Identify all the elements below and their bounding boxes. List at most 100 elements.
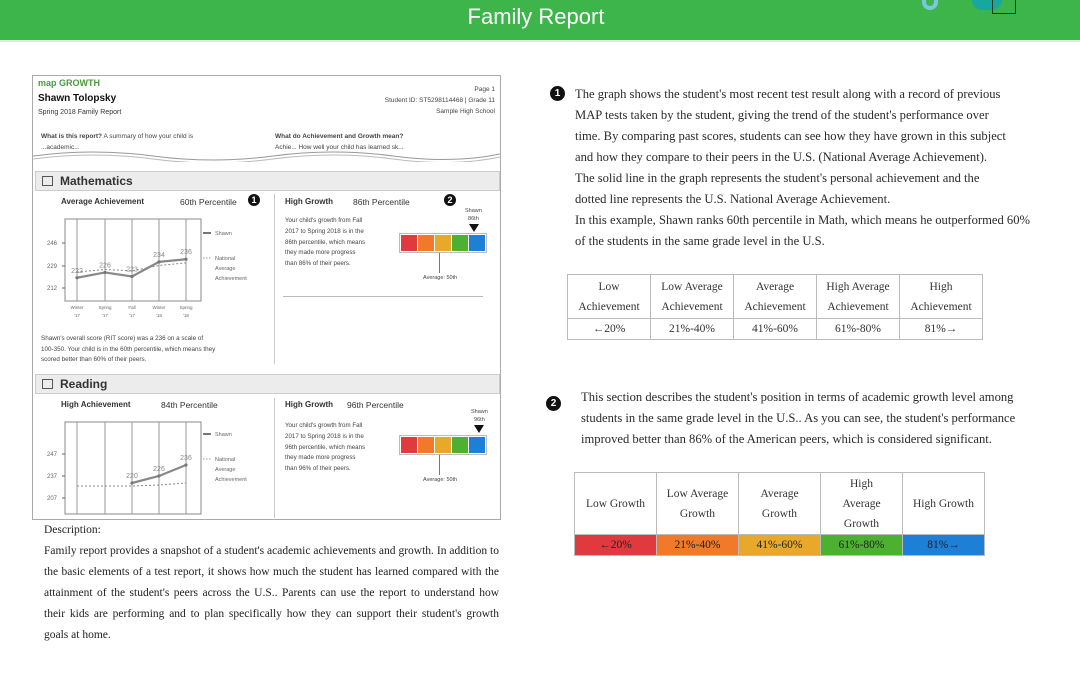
growth-segment — [435, 437, 451, 453]
header-line: Growth — [679, 507, 716, 520]
header-line: Average — [760, 487, 799, 500]
table-cell: 81%→ — [902, 534, 985, 556]
report-term: Spring 2018 Family Report — [38, 109, 122, 116]
marker-pct: 86th — [468, 216, 479, 222]
score-text: Shawn's overall score (RIT score) was a … — [41, 335, 204, 342]
table-header: Low Achievement — [567, 274, 651, 319]
table-cell: 21%-40% — [656, 534, 739, 556]
explanation-line: MAP tests taken by the student, giving t… — [575, 108, 989, 122]
map-growth-logo: map GROWTH — [38, 78, 100, 88]
header-line: High Average — [826, 280, 890, 293]
student-id: Student ID: ST5298114468 | Grade 11 — [384, 97, 495, 104]
x-tick-label: Spring — [98, 305, 112, 310]
growth-text-line: 96th percentile, which means — [285, 443, 366, 451]
description: Description: Family report provides a sn… — [44, 520, 499, 646]
table-header: Low Growth — [574, 472, 657, 535]
marker-2-icon: 2 — [546, 396, 561, 411]
marker-label: Shawn — [465, 208, 482, 214]
data-point — [75, 276, 79, 280]
explanation-line: and how they compare to their peers in t… — [575, 150, 988, 164]
calculator-icon — [42, 176, 53, 186]
description-text: Family report provides a snapshot of a s… — [44, 545, 499, 641]
reading-growth: High Growth — [285, 400, 333, 409]
header-line: Low Average — [666, 487, 729, 500]
table-cell: ←20% — [574, 534, 657, 556]
header-bar: Family Report — [0, 0, 1080, 42]
growth-text-line: than 86% of their peers. — [285, 260, 351, 268]
growth-text-line: than 96% of their peers. — [285, 465, 351, 473]
table-cell: 41%-60% — [738, 534, 821, 556]
average-line — [439, 253, 440, 273]
y-tick-label: 247 — [47, 452, 58, 458]
reading-chart: 247 237 207 220 226 236 Shawn National Average Ac… — [47, 421, 247, 515]
school-name: Sample High School — [436, 108, 495, 115]
growth-table: Low Growth Low Average Growth Average Growth… — [574, 472, 985, 556]
x-tick-label: '17 — [129, 313, 135, 318]
reading-ach-pct: 84th Percentile — [161, 400, 218, 410]
marker-block: Shawn 86th — [465, 207, 482, 223]
data-point — [157, 260, 161, 264]
book-icon — [42, 379, 53, 389]
math-growth-bar — [399, 233, 487, 253]
data-point — [157, 474, 161, 478]
growth-segment — [418, 235, 434, 251]
report-image: map GROWTH Shawn Tolopsky Spring 2018 Fa… — [32, 75, 501, 520]
data-point — [103, 270, 107, 275]
math-growth-pct: 86th Percentile — [353, 197, 410, 207]
header-line: Achievement — [744, 300, 806, 313]
growth-text-line: Your child's growth from Fall — [285, 422, 363, 429]
explanation-2: This section describes the student's pos… — [581, 387, 1075, 450]
achievement-table: Low Achievement Low Average Achievement Aver… — [567, 274, 983, 340]
x-tick-label: '17 — [74, 313, 80, 318]
score-text: 100-350. Your child is in the 60th perce… — [41, 345, 216, 353]
table-header: High Achievement — [899, 274, 983, 319]
x-tick-label: Winter — [152, 305, 166, 310]
table-cell: 61%-80% — [816, 318, 900, 340]
header-line: Achievement — [910, 300, 972, 313]
y-tick-label: 246 — [47, 241, 58, 247]
marker-2-icon: 2 — [444, 194, 456, 206]
x-tick-label: '18 — [156, 313, 162, 318]
data-label: 222 — [71, 268, 83, 275]
divider — [283, 296, 483, 297]
math-growth: High Growth — [285, 197, 333, 206]
header-line: High — [850, 477, 873, 490]
x-tick-label: Winter — [70, 305, 84, 310]
math-achievement: Average Achievement — [61, 197, 144, 206]
growth-segment — [469, 437, 485, 453]
q1-text: A summary of how your child is — [103, 133, 194, 140]
explanation-line: of the students in the same grade level … — [575, 234, 825, 248]
math-growth-text: Your child's growth from Fall 2017 to Spr… — [285, 216, 365, 270]
header-line: High Growth — [912, 497, 974, 510]
x-tick-label: Fall — [128, 305, 135, 310]
math-ach-pct: 60th Percentile — [180, 197, 237, 207]
laptop-icon — [992, 0, 1016, 14]
explanation-line: dotted line represents the U.S. National… — [575, 192, 891, 206]
x-tick-label: '17 — [102, 313, 108, 318]
q2-label: What do Achievement and Growth mean? — [275, 133, 404, 140]
header-line: Average — [755, 280, 795, 293]
marker-label: Shawn — [471, 409, 488, 415]
arrow-down-icon — [469, 224, 479, 232]
explanation-line: In this example, Shawn ranks 60th percen… — [575, 213, 1031, 227]
table-cell: 21%-40% — [650, 318, 734, 340]
header-line: Growth — [761, 507, 798, 520]
growth-text-line: they made more progress — [285, 249, 356, 257]
legend-national: Average — [215, 266, 235, 272]
table-header: Low Average Achievement — [650, 274, 734, 319]
header-line: Achievement — [578, 300, 640, 313]
header-line: Achievement — [827, 300, 889, 313]
data-point — [184, 257, 188, 261]
x-tick-label: '18 — [183, 313, 189, 318]
explanation-1: The graph shows the student's most recen… — [575, 84, 1075, 252]
average-label: Average: 50th — [423, 275, 458, 281]
explanation-line: time. By comparing past scores, students… — [575, 129, 1006, 143]
explanation-line: The solid line in the graph represents t… — [575, 171, 980, 185]
y-tick-label: 229 — [47, 264, 58, 270]
data-label: 236 — [180, 455, 192, 462]
data-label: 223 — [126, 266, 138, 273]
divider — [274, 194, 275, 364]
score-text: scored better than 60% of their peers. — [41, 356, 147, 363]
data-label: 226 — [153, 466, 165, 473]
torn-edge — [33, 151, 500, 162]
